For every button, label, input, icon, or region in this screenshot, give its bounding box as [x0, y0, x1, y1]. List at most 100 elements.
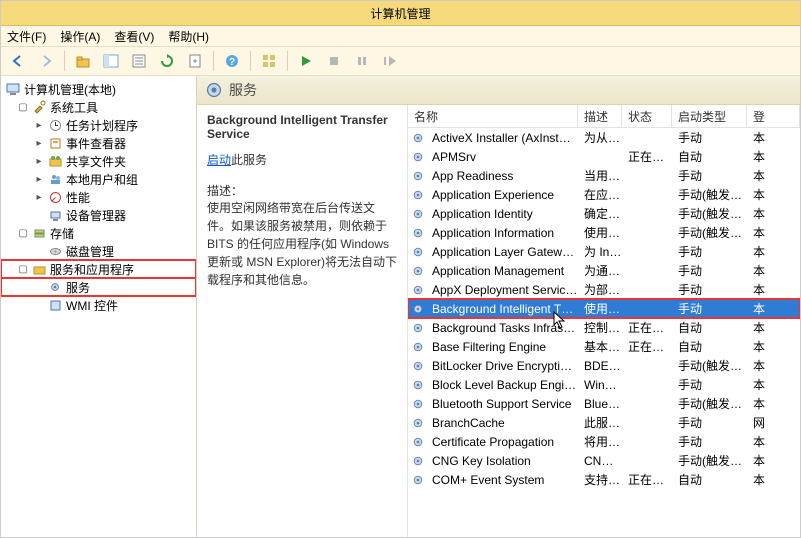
col-logon[interactable]: 登: [747, 105, 800, 127]
services-list[interactable]: 名称 描述 状态 启动类型 登 ActiveX Installer (AxIns…: [407, 105, 800, 537]
gear-icon: [410, 379, 426, 391]
service-row[interactable]: Application Identity确定…手动(触发…本: [408, 204, 800, 223]
start-service-button[interactable]: [293, 49, 319, 73]
service-row[interactable]: Application Layer Gatewa…为 In…手动本: [408, 242, 800, 261]
help-button[interactable]: ?: [219, 49, 245, 73]
service-logon: 本: [747, 433, 800, 450]
gear-folder-icon: [31, 261, 47, 277]
refresh-button[interactable]: [154, 49, 180, 73]
service-desc: 为从…: [578, 129, 622, 146]
forward-button[interactable]: [33, 49, 59, 73]
start-service-link[interactable]: 启动: [207, 153, 231, 167]
tree-services-apps[interactable]: ▢服务和应用程序: [1, 260, 196, 278]
service-name: COM+ Event System: [426, 473, 578, 487]
tree-local-users[interactable]: ▸本地用户和组: [1, 170, 196, 188]
menu-action[interactable]: 操作(A): [60, 28, 100, 45]
service-row[interactable]: Background Intelligent T…使用…手动本: [408, 299, 800, 318]
properties-button[interactable]: [126, 49, 152, 73]
gear-icon: [410, 436, 426, 448]
pause-service-button[interactable]: [349, 49, 375, 73]
service-row[interactable]: BranchCache此服…手动网: [408, 413, 800, 432]
service-startup: 手动: [672, 414, 747, 431]
tree-disk-management[interactable]: 磁盘管理: [1, 242, 196, 260]
users-icon: [47, 171, 63, 187]
service-row[interactable]: AppX Deployment Servic…为部…手动本: [408, 280, 800, 299]
column-headers[interactable]: 名称 描述 状态 启动类型 登: [408, 105, 800, 128]
tree-system-tools[interactable]: ▢ 系统工具: [1, 98, 196, 116]
export-list-button[interactable]: [182, 49, 208, 73]
service-logon: 本: [747, 471, 800, 488]
service-row[interactable]: COM+ Event System支持…正在…自动本: [408, 470, 800, 489]
service-logon: 本: [747, 300, 800, 317]
service-row[interactable]: BitLocker Drive Encryptio…BDE…手动(触发…本: [408, 356, 800, 375]
service-desc: 基本…: [578, 338, 622, 355]
service-row[interactable]: Base Filtering Engine基本…正在…自动本: [408, 337, 800, 356]
service-state: 正在…: [622, 319, 672, 336]
tree-wmi[interactable]: WMI 控件: [1, 296, 196, 314]
menu-view[interactable]: 查看(V): [114, 28, 154, 45]
gear-icon: [410, 170, 426, 182]
service-startup: 手动: [672, 129, 747, 146]
col-state[interactable]: 状态: [622, 105, 672, 127]
service-desc: Blue…: [578, 397, 622, 411]
service-row[interactable]: Certificate Propagation将用…手动本: [408, 432, 800, 451]
service-name: CNG Key Isolation: [426, 454, 578, 468]
tree-event-viewer[interactable]: ▸事件查看器: [1, 134, 196, 152]
service-state: 正在…: [622, 148, 672, 165]
gear-icon: [410, 208, 426, 220]
gear-icon: [410, 474, 426, 486]
up-folder-button[interactable]: [70, 49, 96, 73]
view-mode-button[interactable]: [256, 49, 282, 73]
service-row[interactable]: Application Experience在应…手动(触发…本: [408, 185, 800, 204]
tree-performance[interactable]: ▸性能: [1, 188, 196, 206]
service-row[interactable]: CNG Key IsolationCNG…手动(触发…本: [408, 451, 800, 470]
service-startup: 自动: [672, 338, 747, 355]
tree-task-scheduler[interactable]: ▸任务计划程序: [1, 116, 196, 134]
service-startup: 手动(触发…: [672, 224, 747, 241]
back-button[interactable]: [5, 49, 31, 73]
service-state: 正在…: [622, 471, 672, 488]
service-logon: 本: [747, 281, 800, 298]
service-row[interactable]: Background Tasks Infras…控制…正在…自动本: [408, 318, 800, 337]
tree-root[interactable]: 计算机管理(本地): [1, 80, 196, 98]
service-desc: 当用…: [578, 167, 622, 184]
wmi-icon: [47, 297, 63, 313]
console-tree[interactable]: 计算机管理(本地) ▢ 系统工具 ▸任务计划程序 ▸事件查看器 ▸共享文件夹 ▸…: [1, 76, 197, 537]
gear-icon: [410, 360, 426, 372]
restart-service-button[interactable]: [377, 49, 403, 73]
show-hide-console-tree-button[interactable]: [98, 49, 124, 73]
gear-icon: [410, 284, 426, 296]
service-name: BranchCache: [426, 416, 578, 430]
stop-service-button[interactable]: [321, 49, 347, 73]
tree-device-manager[interactable]: 设备管理器: [1, 206, 196, 224]
service-name: Base Filtering Engine: [426, 340, 578, 354]
service-desc: 确定…: [578, 205, 622, 222]
service-row[interactable]: APMSrv正在…自动本: [408, 147, 800, 166]
tree-services[interactable]: 服务: [1, 278, 196, 296]
col-desc[interactable]: 描述: [578, 105, 622, 127]
service-row[interactable]: Application Information使用…手动(触发…本: [408, 223, 800, 242]
gear-icon: [410, 265, 426, 277]
service-row[interactable]: Block Level Backup Engi…Win…手动本: [408, 375, 800, 394]
window-title: 计算机管理: [370, 5, 430, 22]
service-startup: 手动: [672, 433, 747, 450]
service-row[interactable]: App Readiness当用…手动本: [408, 166, 800, 185]
service-name: Application Experience: [426, 188, 578, 202]
service-desc: 控制…: [578, 319, 622, 336]
col-startup[interactable]: 启动类型: [672, 105, 747, 127]
menu-help[interactable]: 帮助(H): [168, 28, 209, 45]
tree-storage[interactable]: ▢存储: [1, 224, 196, 242]
services-header: 服务: [197, 76, 800, 105]
service-desc: BDE…: [578, 359, 622, 373]
col-name[interactable]: 名称: [408, 105, 578, 127]
service-name: Bluetooth Support Service: [426, 397, 578, 411]
service-name: BitLocker Drive Encryptio…: [426, 359, 578, 373]
menu-file[interactable]: 文件(F): [7, 28, 46, 45]
tree-shared-folders[interactable]: ▸共享文件夹: [1, 152, 196, 170]
service-row[interactable]: Application Management为通…手动本: [408, 261, 800, 280]
gear-icon: [410, 189, 426, 201]
computer-icon: [5, 81, 21, 97]
service-row[interactable]: ActiveX Installer (AxInstSV)为从…手动本: [408, 128, 800, 147]
service-row[interactable]: Bluetooth Support ServiceBlue…手动(触发…本: [408, 394, 800, 413]
service-logon: 本: [747, 262, 800, 279]
